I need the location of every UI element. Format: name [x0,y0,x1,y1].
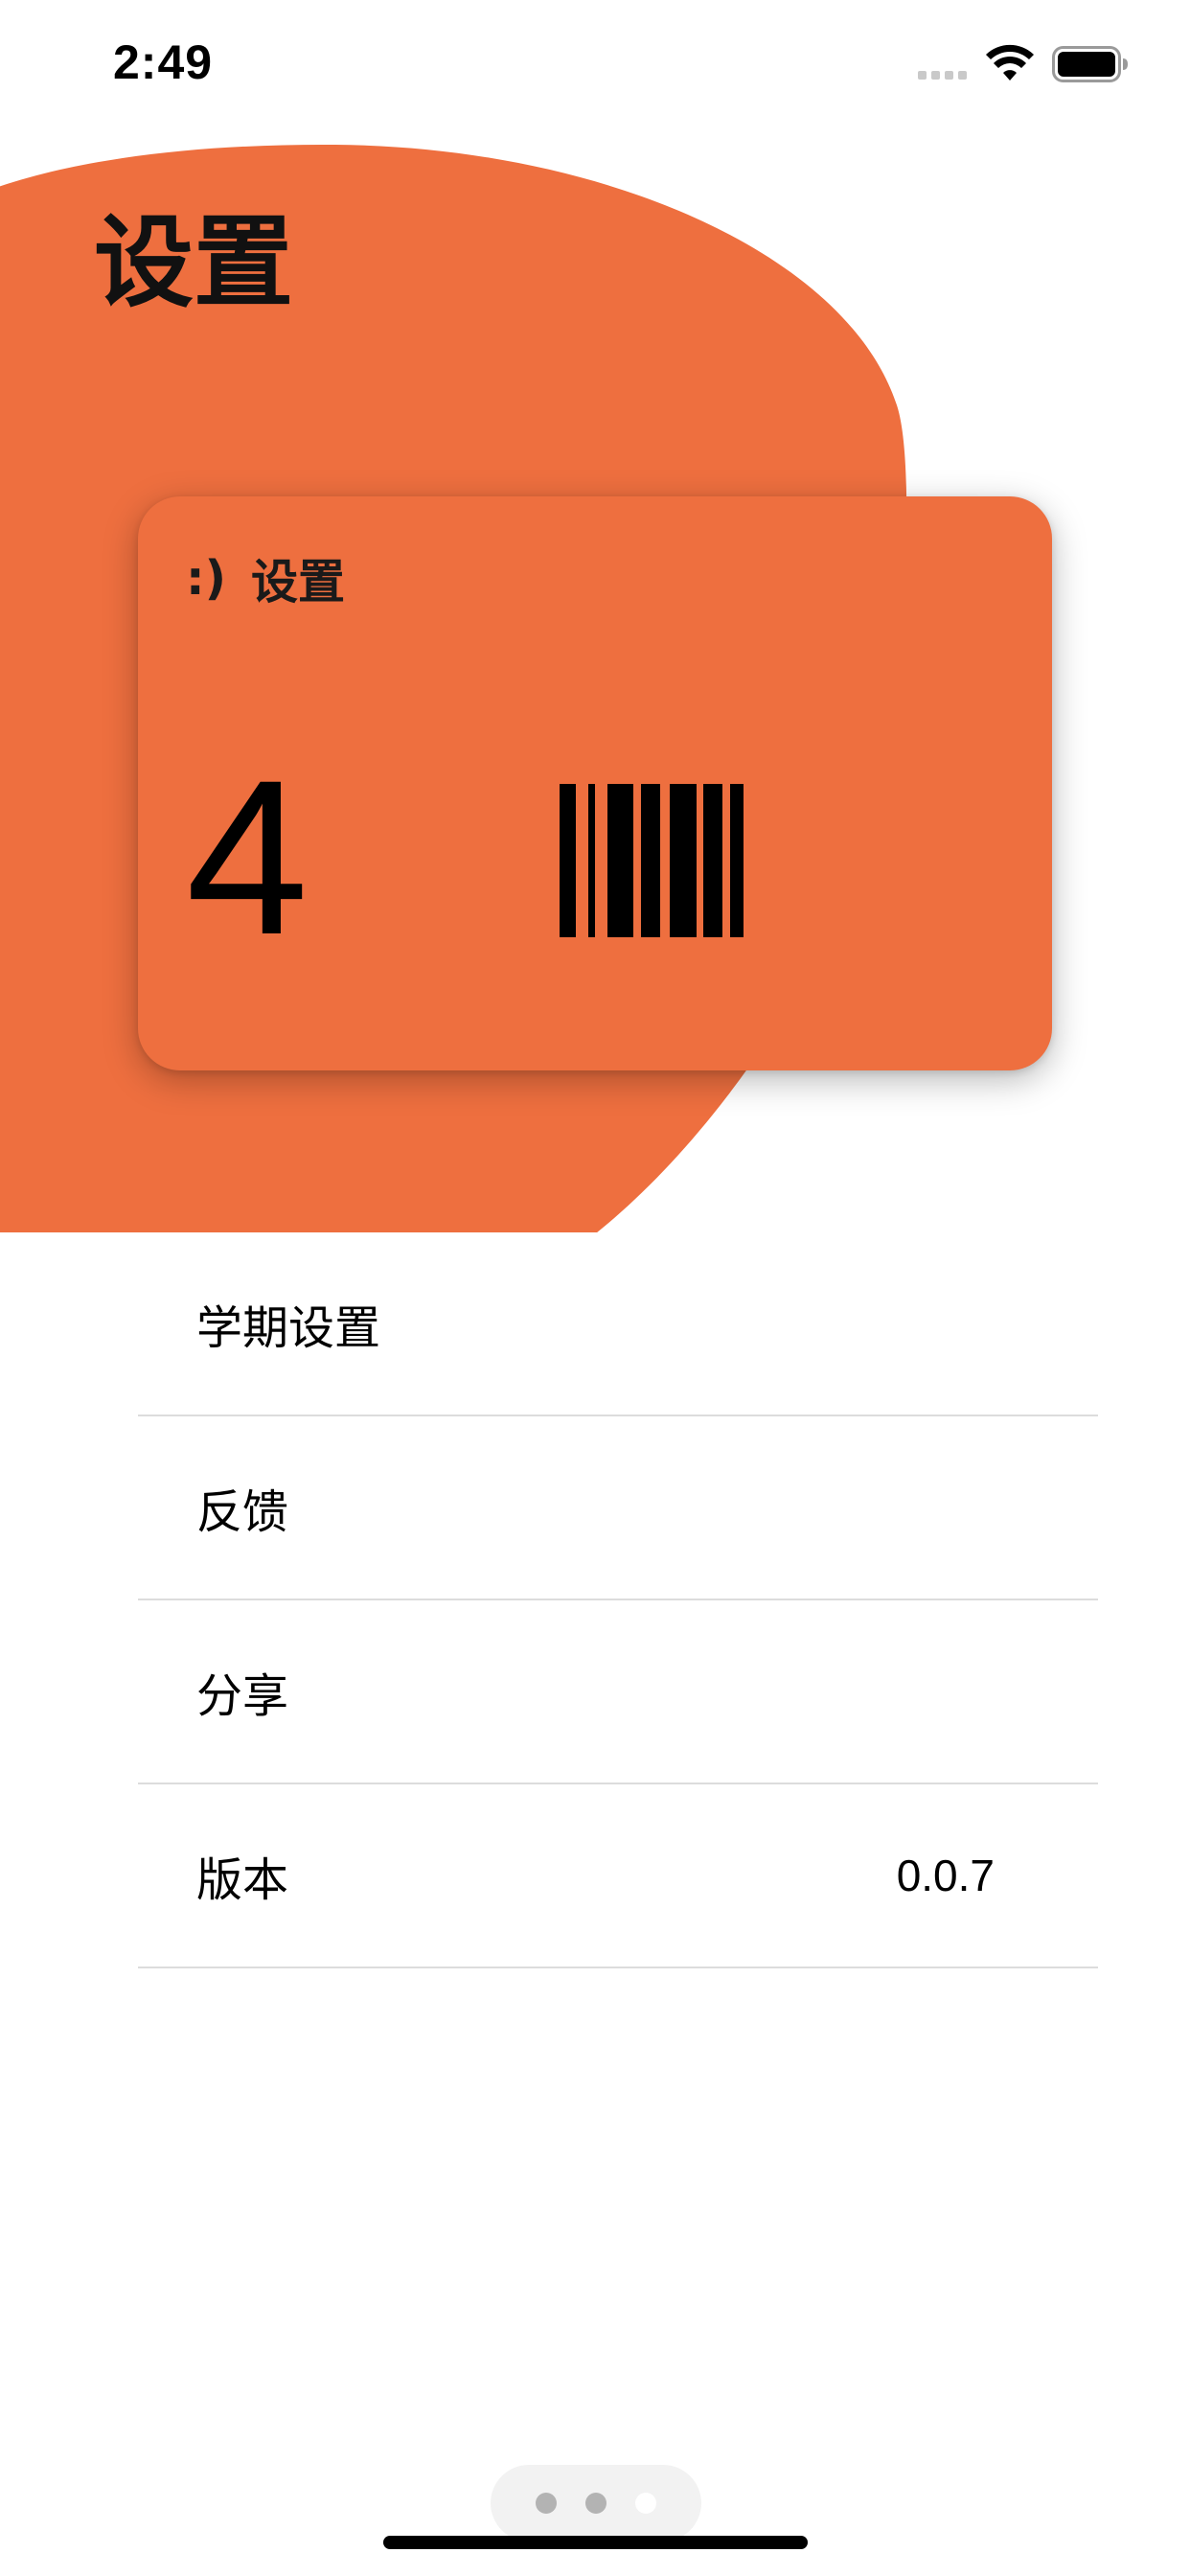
settings-list: 学期设置 反馈 分享 版本 0.0.7 [138,1232,1098,1968]
barcode-icon [560,784,744,937]
row-label: 学期设置 [196,1301,381,1355]
settings-card[interactable]: :) 设置 4 [138,496,1052,1070]
row-label: 反馈 [196,1485,289,1539]
card-number: 4 [186,734,309,980]
wifi-icon [986,44,1034,80]
row-label: 分享 [196,1669,289,1723]
card-emoticon: :) [186,551,226,606]
card-header: :) 设置 [186,544,345,612]
version-value: 0.0.7 [896,1851,995,1900]
status-bar: 2:49 [0,0,1190,126]
card-label: 设置 [251,555,346,610]
status-time: 2:49 [113,35,214,89]
home-indicator[interactable] [383,2536,808,2549]
settings-row-version[interactable]: 版本 0.0.7 [138,1784,1098,1968]
settings-row-share[interactable]: 分享 [138,1600,1098,1784]
battery-full-icon [1052,46,1128,82]
page-indicator[interactable] [491,2465,701,2542]
row-label: 版本 [196,1853,289,1907]
page-dot[interactable] [585,2493,606,2514]
settings-row-semester[interactable]: 学期设置 [138,1232,1098,1416]
page-dot[interactable] [536,2493,557,2514]
signal-dots-icon [918,71,967,80]
page-dot-active[interactable] [635,2493,656,2514]
settings-row-feedback[interactable]: 反馈 [138,1416,1098,1600]
page-title: 设置 [94,204,294,321]
